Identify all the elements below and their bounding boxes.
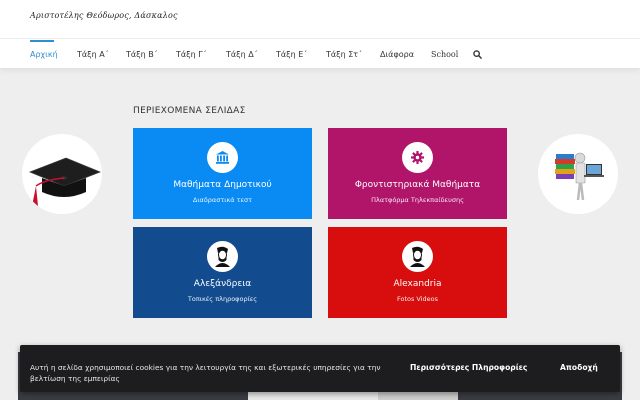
nav-item-class-d[interactable]: Τάξη Δ΄ bbox=[226, 50, 258, 59]
card-title: Alexandria bbox=[393, 279, 442, 289]
gear-icon bbox=[402, 142, 433, 173]
nav-item-class-f[interactable]: Τάξη Στ΄ bbox=[326, 50, 362, 59]
card-tutoring-lessons[interactable]: Φροντιστηριακά Μαθήματα Πλατφόρμα Τηλεκπ… bbox=[328, 128, 507, 219]
portrait-icon bbox=[402, 241, 433, 272]
nav-item-home[interactable]: Αρχική bbox=[30, 50, 58, 59]
card-primary-lessons[interactable]: Μαθήματα Δημοτικού Διαδραστικά τεστ bbox=[133, 128, 312, 219]
card-alexandreia[interactable]: Αλεξάνδρεια Τοπικές πληροφορίες bbox=[133, 227, 312, 318]
books-robot-icon bbox=[538, 134, 618, 214]
search-icon[interactable] bbox=[473, 50, 482, 59]
card-subtitle: Fotos Videos bbox=[396, 295, 439, 303]
card-subtitle: Διαδραστικά τεστ bbox=[192, 196, 253, 204]
card-title: Αλεξάνδρεια bbox=[193, 279, 252, 289]
header-divider bbox=[0, 38, 640, 39]
nav-item-class-a[interactable]: Τάξη Α΄ bbox=[77, 50, 109, 59]
card-subtitle: Πλατφόρμα Τηλεκπαίδευσης bbox=[371, 196, 464, 204]
cookie-message: Αυτή η σελίδα χρησιμοποιεί cookies για τ… bbox=[30, 363, 381, 383]
card-title: Μαθήματα Δημοτικού bbox=[173, 180, 272, 190]
site-title[interactable]: Αριστοτέλης Θεόδωρος, Δάσκαλος bbox=[30, 11, 178, 20]
nav-item-class-b[interactable]: Τάξη Β΄ bbox=[126, 50, 158, 59]
portrait-icon bbox=[207, 241, 238, 272]
card-subtitle: Τοπικές πληροφορίες bbox=[187, 295, 258, 303]
nav-item-class-e[interactable]: Τάξη Ε΄ bbox=[276, 50, 307, 59]
bank-icon bbox=[207, 142, 238, 173]
nav-item-class-c[interactable]: Τάξη Γ΄ bbox=[176, 50, 207, 59]
section-heading: ΠΕΡΙΕΧΟΜΕΝΑ ΣΕΛΙΔΑΣ bbox=[133, 106, 246, 116]
nav-item-misc[interactable]: Διάφορα bbox=[380, 50, 414, 59]
graduation-cap-icon bbox=[22, 134, 102, 214]
site-header: Αριστοτέλης Θεόδωρος, Δάσκαλος Αρχική Τά… bbox=[0, 0, 640, 68]
cookie-accept-button[interactable]: Αποδοχή bbox=[560, 363, 598, 372]
card-title: Φροντιστηριακά Μαθήματα bbox=[354, 180, 481, 190]
card-alexandria[interactable]: Alexandria Fotos Videos bbox=[328, 227, 507, 318]
nav-item-school[interactable]: School bbox=[431, 50, 458, 59]
main-nav: Αρχική Τάξη Α΄ Τάξη Β΄ Τάξη Γ΄ Τάξη Δ΄ Τ… bbox=[0, 40, 640, 68]
cookie-more-info-button[interactable]: Περισσότερες Πληροφορίες bbox=[410, 363, 527, 372]
cookie-consent-bar: Αυτή η σελίδα χρησιμοποιεί cookies για τ… bbox=[20, 345, 620, 392]
